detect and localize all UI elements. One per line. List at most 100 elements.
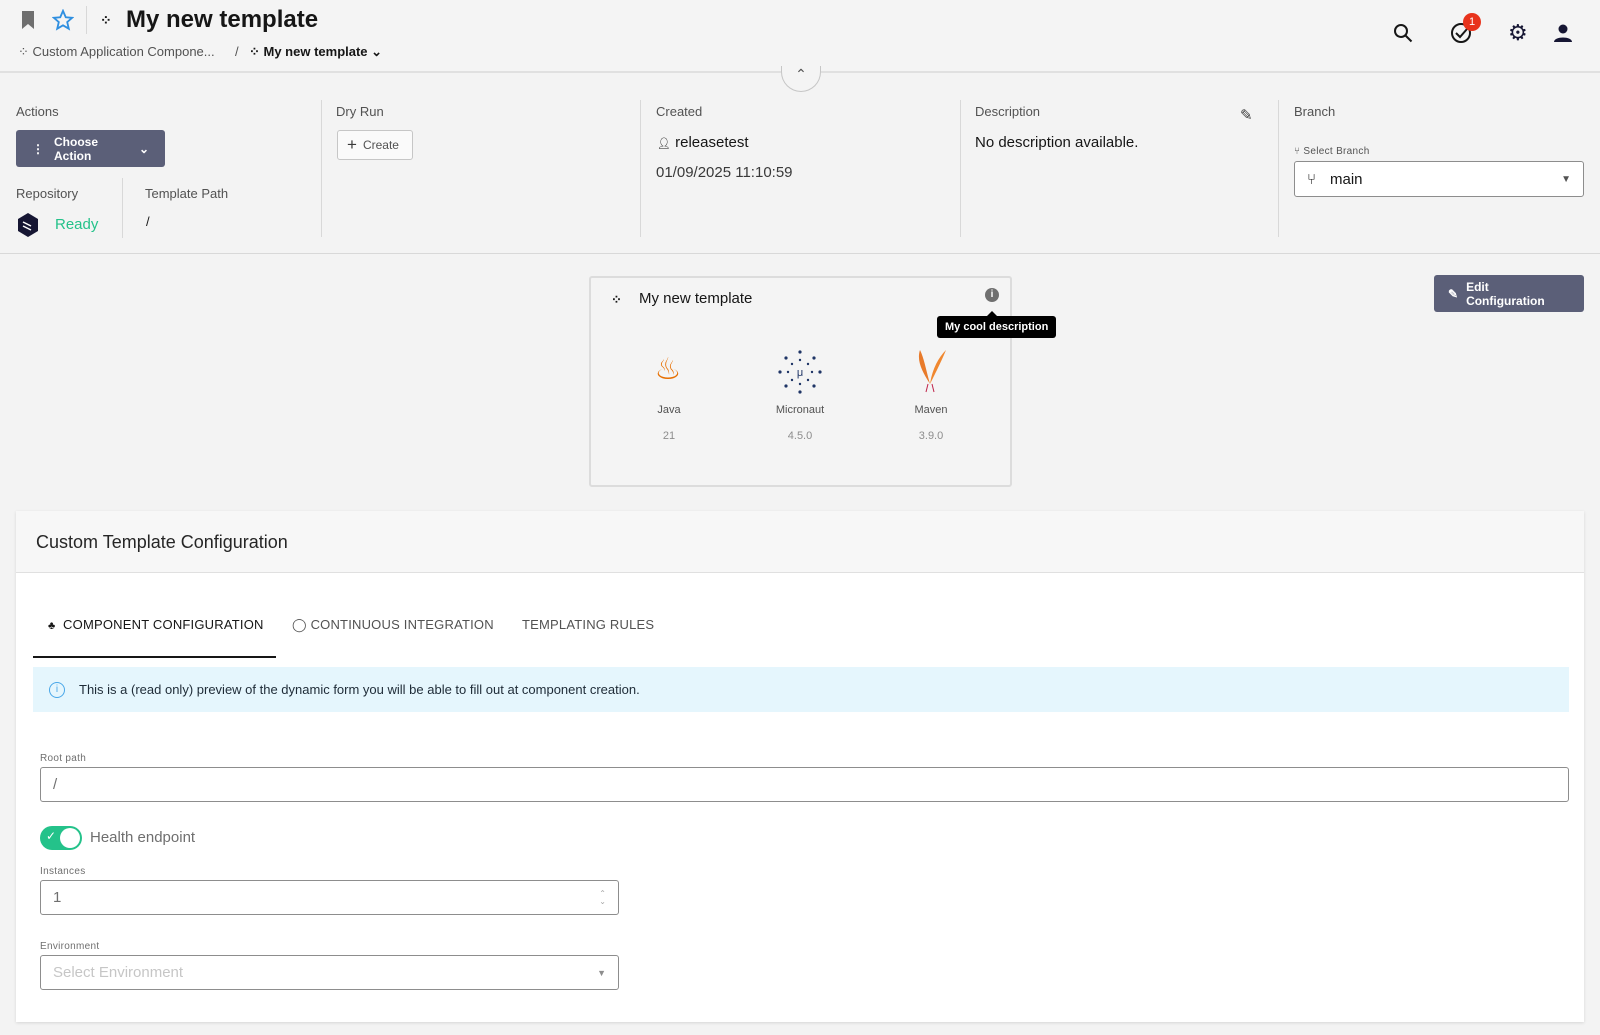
plus-icon: + (347, 135, 357, 154)
instances-value: 1 (53, 889, 62, 906)
health-endpoint-toggle[interactable]: ✓ (40, 826, 82, 850)
tab-label: COMPONENT CONFIGURATION (63, 617, 264, 632)
info-alert-text: This is a (read only) preview of the dyn… (79, 682, 640, 697)
active-tab-indicator (33, 656, 276, 658)
edit-configuration-label: Edit Configuration (1466, 279, 1545, 308)
tooltip: My cool description (937, 316, 1057, 338)
choose-action-button[interactable]: ⋮ Choose Action ⌄ (16, 130, 165, 167)
branch-select[interactable]: ⑂ main ▼ (1294, 161, 1584, 197)
tech-version: 3.9.0 (918, 430, 944, 442)
divider (640, 100, 641, 237)
tab-continuous-integration[interactable]: ◯ CONTINUOUS INTEGRATION (292, 617, 494, 633)
created-label: Created (656, 104, 703, 119)
description-label: Description (975, 104, 1041, 119)
choose-action-label: Choose Action (54, 134, 99, 163)
info-alert: i This is a (read only) preview of the dy… (33, 667, 1569, 712)
environment-placeholder: Select Environment (53, 964, 184, 981)
tab-label: TEMPLATING RULES (522, 617, 655, 632)
environment-label: Environment (40, 941, 100, 952)
info-icon: i (49, 681, 65, 698)
root-path-input[interactable]: / (40, 767, 1569, 802)
actions-label: Actions (16, 104, 59, 119)
select-branch-text: Select Branch (1303, 146, 1370, 157)
template-icon: ⁘ (249, 44, 264, 59)
pencil-icon: ✎ (1448, 286, 1459, 301)
gear-icon[interactable]: ⚙ (1508, 22, 1528, 44)
component-icon: ♣ (48, 620, 56, 632)
loading-circle-icon: ◯ (292, 617, 307, 632)
divider (321, 100, 322, 237)
tech-name: Java (657, 404, 681, 416)
template-icon: ⁘ (18, 44, 33, 59)
breadcrumb-parent-label: Custom Application Compone... (32, 44, 215, 59)
created-by: 👤︎ releasetest (657, 134, 749, 151)
tab-label: CONTINUOUS INTEGRATION (310, 617, 494, 632)
edit-description-icon[interactable]: ✎ (1240, 106, 1253, 124)
environment-select[interactable]: Select Environment ▼ (40, 955, 619, 990)
template-icon: ⁘ (100, 12, 112, 28)
chevron-down-icon: ⌄ (371, 44, 383, 59)
tech-java: Java 21 (619, 404, 719, 442)
page-title: My new template (126, 6, 319, 33)
chevron-up-icon: ⌃ (795, 66, 807, 82)
search-icon[interactable] (1393, 23, 1413, 48)
notification-badge: 1 (1463, 13, 1481, 31)
edit-configuration-button[interactable]: ✎ Edit Configuration (1434, 275, 1584, 312)
star-icon[interactable] (51, 8, 75, 36)
divider (86, 6, 87, 34)
caret-down-icon: ▼ (1561, 173, 1571, 185)
tooltip-arrow (987, 311, 997, 316)
micronaut-icon: μ (776, 348, 824, 401)
health-endpoint-label: Health endpoint (90, 829, 196, 846)
instances-label: Instances (40, 866, 86, 877)
toggle-knob (60, 828, 80, 848)
created-by-name: releasetest (675, 134, 749, 151)
tech-version: 4.5.0 (787, 430, 813, 442)
breadcrumb-current-label: My new template (263, 44, 368, 59)
user-icon[interactable] (1553, 23, 1573, 48)
tech-version: 21 (662, 430, 676, 442)
tech-maven: Maven 3.9.0 (881, 404, 981, 442)
chevron-down-icon: ⌄ (138, 141, 149, 156)
stepper-icon[interactable]: ⌃ ⌄ (599, 889, 606, 906)
root-path-value: / (53, 776, 58, 793)
created-at: 01/09/2025 11:10:59 (656, 164, 793, 181)
maven-icon (912, 346, 952, 399)
svg-text:μ: μ (797, 367, 803, 379)
tech-micronaut: Micronaut 4.5.0 (750, 404, 850, 442)
breadcrumb-separator: / (235, 44, 239, 59)
dry-run-label: Dry Run (336, 104, 384, 119)
instances-input[interactable]: 1 ⌃ ⌄ (40, 880, 619, 915)
root-path-label: Root path (40, 753, 87, 764)
card-title: My new template (639, 290, 753, 307)
repository-status: Ready (55, 216, 99, 233)
divider (122, 178, 123, 238)
kebab-icon: ⋮ (32, 141, 44, 156)
bookmark-icon[interactable] (20, 10, 36, 35)
template-path-label: Template Path (145, 186, 229, 201)
breadcrumb-parent[interactable]: ⁘ Custom Application Compone... (18, 44, 215, 60)
branch-icon: ⑂ (1307, 170, 1317, 188)
check-icon: ✓ (46, 829, 57, 843)
tab-component-configuration[interactable]: ♣ COMPONENT CONFIGURATION (48, 617, 264, 632)
breadcrumb-current[interactable]: ⁘ My new template ⌄ (249, 44, 382, 60)
template-path-value: / (146, 214, 150, 229)
template-icon: ⁘ (611, 292, 622, 307)
repository-label: Repository (16, 186, 79, 201)
tech-name: Maven (914, 404, 948, 416)
branch-icon: ⑂ (1294, 146, 1301, 157)
caret-down-icon: ▼ (597, 967, 606, 978)
description-text: No description available. (975, 134, 1139, 151)
tab-templating-rules[interactable]: TEMPLATING RULES (522, 617, 654, 632)
user-icon: 👤︎ (657, 138, 671, 150)
repository-icon (16, 212, 40, 243)
divider (960, 100, 961, 237)
branch-label: Branch (1294, 104, 1336, 119)
info-icon[interactable]: i (985, 288, 999, 302)
java-icon: ♨ (654, 353, 682, 386)
divider (0, 253, 1600, 254)
create-label: Create (362, 138, 399, 152)
branch-value: main (1330, 170, 1363, 188)
collapse-button[interactable]: ⌃ (781, 66, 821, 92)
dry-run-create-button[interactable]: + Create (337, 130, 413, 160)
